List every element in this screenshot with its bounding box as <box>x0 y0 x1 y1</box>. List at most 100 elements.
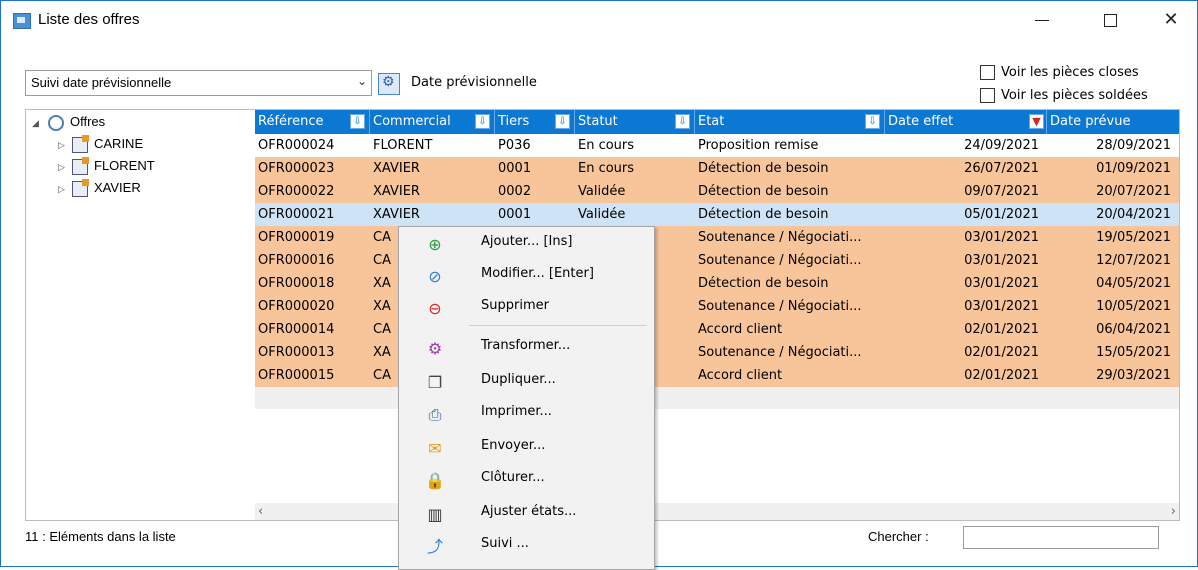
search-input[interactable] <box>963 526 1159 549</box>
col-header-date-effet[interactable]: Date effet ▼ <box>885 110 1047 134</box>
sort-icon[interactable]: ⇩ <box>675 114 690 129</box>
cell-date-prevue: 28/09/2021 <box>1096 138 1171 153</box>
cell-date-effet: 02/01/2021 <box>964 345 1039 360</box>
cell-date-effet: 02/01/2021 <box>964 368 1039 383</box>
settings-button[interactable]: ⚙ <box>378 73 400 95</box>
offers-grid[interactable]: Référence ⇩ Commercial ⇩ Tiers ⇩ Statut ⇩ Et… <box>255 109 1180 521</box>
cell-statut: Validée <box>578 207 626 222</box>
sort-icon[interactable]: ⇩ <box>555 114 570 129</box>
tree-node-label: CARINE <box>94 136 144 151</box>
tree-node-xavier[interactable]: ▷ XAVIER <box>58 178 141 197</box>
cell-etat: Soutenance / Négociati... <box>698 253 862 268</box>
table-row[interactable]: OFR000021 XAVIER 0001 Validée Détection de b… <box>255 203 1179 226</box>
col-header-tiers[interactable]: Tiers ⇩ <box>495 110 575 134</box>
maximize-icon <box>1103 13 1117 27</box>
offers-tree[interactable]: ◢ Offres ▷ CARINE ▷ FLORENT ▷ XAVIER <box>25 109 257 521</box>
window-title: Liste des offres <box>38 11 140 28</box>
cell-ref: OFR000024 <box>258 138 335 153</box>
sort-icon[interactable]: ⇩ <box>350 114 365 129</box>
menu-item-plus-circle[interactable]: ⊕ Ajouter... [Ins] <box>399 229 654 261</box>
collapsed-triangle-icon[interactable]: ▷ <box>58 184 72 195</box>
filter-icon[interactable]: ▼ <box>1029 114 1044 129</box>
cell-date-prevue: 12/07/2021 <box>1096 253 1171 268</box>
col-header-date-prevue[interactable]: Date prévue <box>1047 110 1179 134</box>
cell-etat: Soutenance / Négociati... <box>698 345 862 360</box>
col-header-commercial[interactable]: Commercial ⇩ <box>370 110 495 134</box>
collapsed-triangle-icon[interactable]: ▷ <box>58 162 72 173</box>
cell-date-effet: 02/01/2021 <box>964 322 1039 337</box>
maximize-button[interactable] <box>1087 5 1133 35</box>
col-header-reference[interactable]: Référence ⇩ <box>255 110 370 134</box>
menu-item-printer[interactable]: ⎙ Imprimer... <box>399 399 654 431</box>
cell-ref: OFR000015 <box>258 368 335 383</box>
menu-item-edit-circle[interactable]: ⊘ Modifier... [Enter] <box>399 261 654 293</box>
checkbox-box[interactable] <box>980 88 995 103</box>
table-row[interactable]: OFR000016 CA Soutenance / Négociati... 03/0… <box>255 249 1179 272</box>
table-row[interactable]: OFR000013 XA Soutenance / Négociati... 02/0… <box>255 341 1179 364</box>
printer-icon: ⎙ <box>428 405 442 424</box>
folder-icon <box>72 134 89 153</box>
cell-tiers: 0001 <box>498 161 532 176</box>
cell-ref: OFR000018 <box>258 276 335 291</box>
sort-icon[interactable]: ⇩ <box>865 114 880 129</box>
cell-date-prevue: 04/05/2021 <box>1096 276 1171 291</box>
tree-root[interactable]: ◢ Offres <box>32 114 105 131</box>
menu-item-label: Transformer... <box>481 338 571 353</box>
col-header-label: Etat <box>698 114 725 129</box>
cell-commercial: XAVIER <box>373 161 420 176</box>
table-row[interactable]: OFR000014 CA Accord client 02/01/2021 06/04/… <box>255 318 1179 341</box>
view-select[interactable]: Suivi date prévisionnelle ⌄ <box>25 70 372 96</box>
scroll-right-icon[interactable]: › <box>1171 503 1176 520</box>
table-row[interactable]: OFR000024 FLORENT P036 En cours Proposition … <box>255 134 1179 157</box>
cell-etat: Soutenance / Négociati... <box>698 299 862 314</box>
menu-item-envelope[interactable]: ✉ Envoyer... <box>399 433 654 465</box>
minimize-icon <box>1035 19 1049 21</box>
cell-commercial: XAVIER <box>373 207 420 222</box>
menu-item-lock[interactable]: 🔒 Clôturer... <box>399 465 654 497</box>
minimize-button[interactable] <box>1019 5 1065 35</box>
cell-date-effet: 03/01/2021 <box>964 230 1039 245</box>
cell-statut: En cours <box>578 161 635 176</box>
cell-statut: Validée <box>578 184 626 199</box>
cell-ref: OFR000014 <box>258 322 335 337</box>
cell-ref: OFR000019 <box>258 230 335 245</box>
scroll-left-icon[interactable]: ‹ <box>258 503 263 520</box>
cell-tiers: 0001 <box>498 207 532 222</box>
view-select-value: Suivi date prévisionnelle <box>31 75 172 90</box>
table-row[interactable]: OFR000023 XAVIER 0001 En cours Détection de … <box>255 157 1179 180</box>
menu-item-duplicate[interactable]: ❐ Dupliquer... <box>399 367 654 399</box>
horizontal-scrollbar[interactable]: ‹ › <box>255 503 1179 520</box>
table-row[interactable]: OFR000019 CA Soutenance / Négociati... 03/0… <box>255 226 1179 249</box>
collapsed-triangle-icon[interactable]: ▷ <box>58 140 72 151</box>
close-button[interactable]: ✕ <box>1148 5 1194 35</box>
sort-icon[interactable]: ⇩ <box>475 114 490 129</box>
closed-pieces-checkbox[interactable]: Voir les pièces closes <box>980 65 1139 80</box>
tree-node-florent[interactable]: ▷ FLORENT <box>58 156 155 175</box>
tree-node-carine[interactable]: ▷ CARINE <box>58 134 144 153</box>
table-row[interactable]: OFR000022 XAVIER 0002 Validée Détection de b… <box>255 180 1179 203</box>
col-header-statut[interactable]: Statut ⇩ <box>575 110 695 134</box>
menu-item-transform[interactable]: ⚙ Transformer... <box>399 333 654 365</box>
cell-date-effet: 05/01/2021 <box>964 207 1039 222</box>
checkbox-box[interactable] <box>980 65 995 80</box>
table-row[interactable]: OFR000015 CA Accord client 02/01/2021 29/03/… <box>255 364 1179 387</box>
offers-window: Liste des offres ✕ Suivi date prévisionn… <box>0 0 1198 570</box>
menu-item-label: Clôturer... <box>481 470 545 485</box>
settled-pieces-checkbox[interactable]: Voir les pièces soldées <box>980 88 1148 103</box>
close-icon: ✕ <box>1163 9 1179 30</box>
cell-statut: En cours <box>578 138 635 153</box>
cell-etat: Détection de besoin <box>698 161 829 176</box>
menu-item-minus-circle[interactable]: ⊖ Supprimer <box>399 293 654 325</box>
cell-date-prevue: 15/05/2021 <box>1096 345 1171 360</box>
col-header-etat[interactable]: Etat ⇩ <box>695 110 885 134</box>
menu-item-tracking[interactable]: ⤴ Suivi ... <box>399 531 654 563</box>
expanded-triangle-icon[interactable]: ◢ <box>32 118 46 129</box>
cell-date-prevue: 06/04/2021 <box>1096 322 1171 337</box>
menu-item-traffic-light[interactable]: ▥ Ajuster états... <box>399 499 654 531</box>
tracking-icon: ⤴ <box>426 537 443 556</box>
table-row[interactable]: OFR000020 XA Soutenance / Négociati... 03/0… <box>255 295 1179 318</box>
edit-circle-icon: ⊘ <box>428 267 442 286</box>
menu-item-label: Ajuster états... <box>481 504 577 519</box>
cell-etat: Accord client <box>698 368 783 383</box>
table-row[interactable]: OFR000018 XA Détection de besoin 03/01/2021… <box>255 272 1179 295</box>
